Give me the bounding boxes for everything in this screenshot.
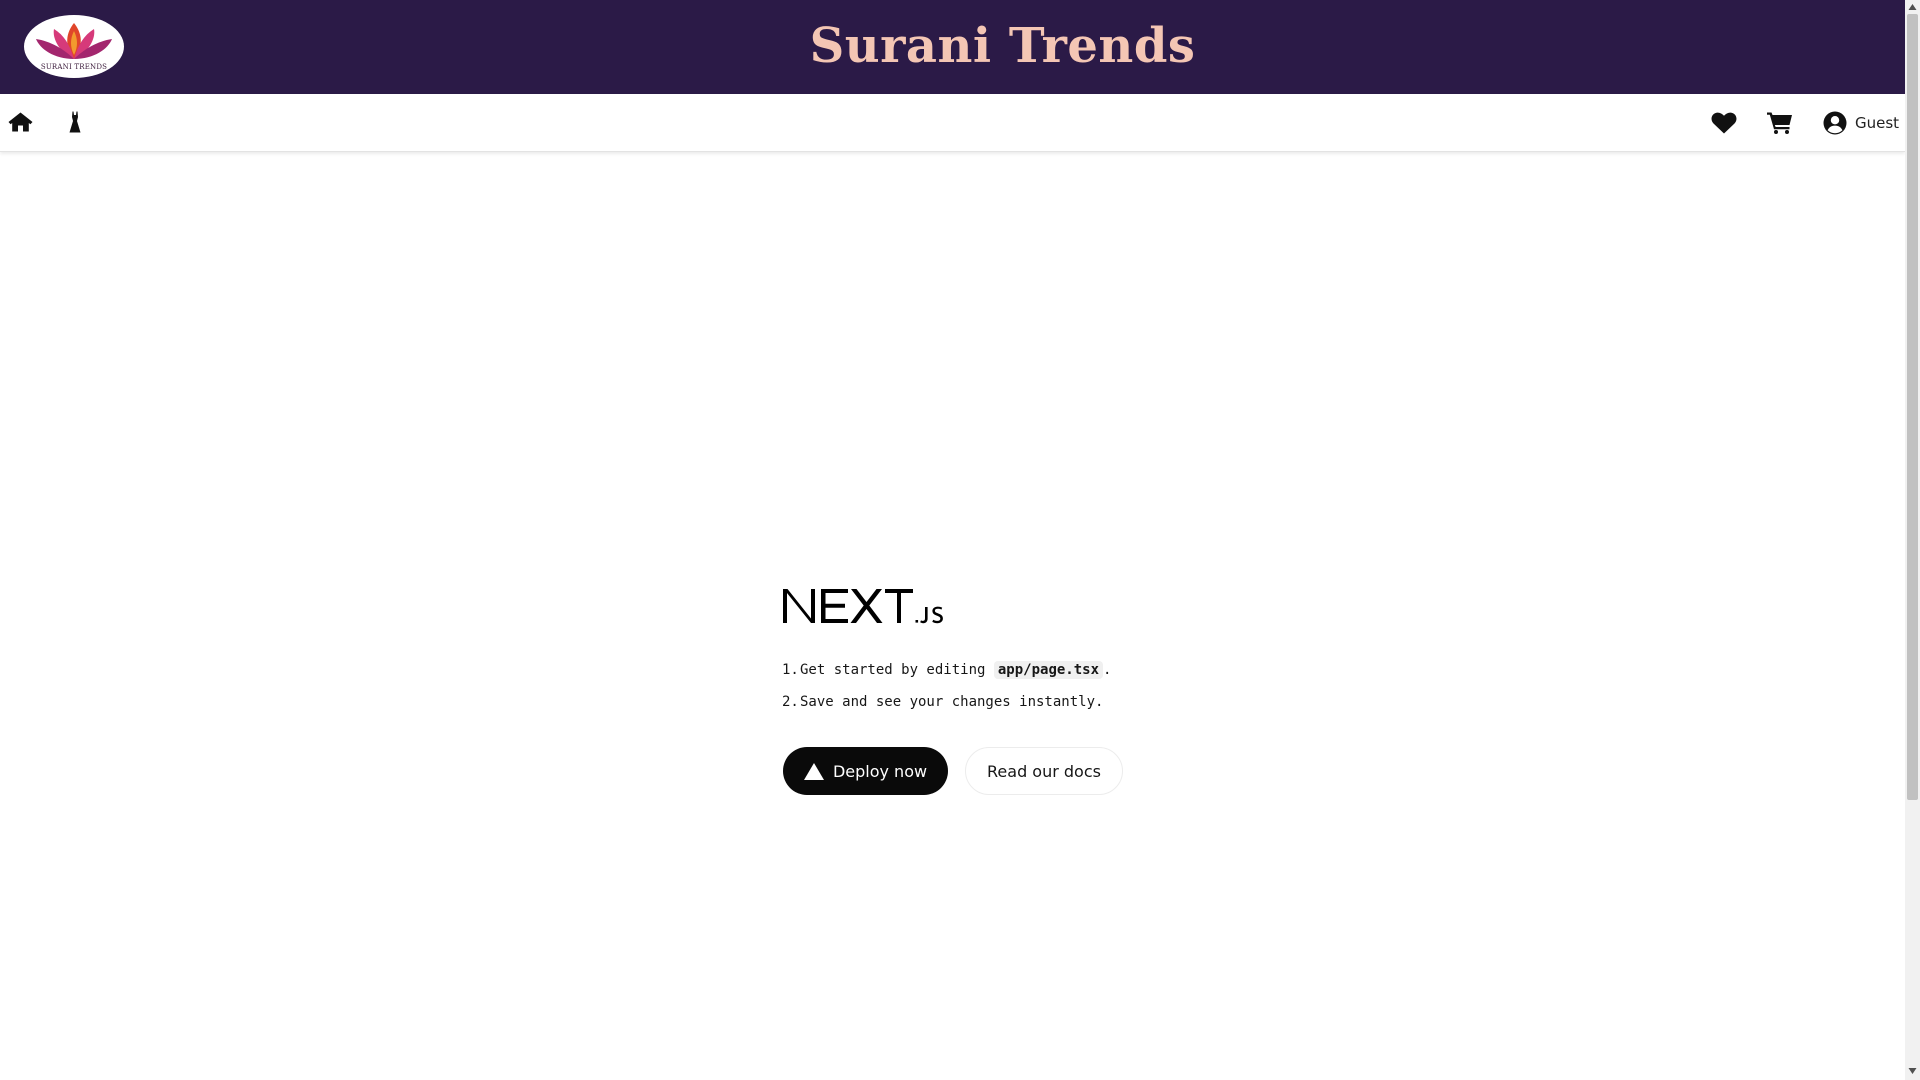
dress-icon[interactable] [68,111,82,133]
getting-started-steps: 1.Get started by editing app/page.tsx. 2… [782,660,1222,724]
scroll-down-arrow-icon[interactable] [1908,1067,1917,1075]
viewport: SURANI TRENDS Surani Trends Guest 1.Get … [0,0,1905,1080]
step-item: 2.Save and see your changes instantly. [782,692,1222,724]
read-docs-button[interactable]: Read our docs [965,747,1123,795]
brand-header: SURANI TRENDS Surani Trends [0,0,1905,94]
scroll-thumb[interactable] [1907,14,1918,800]
user-icon[interactable] [1823,111,1847,135]
nextjs-logo [783,589,943,624]
vercel-triangle-icon [803,762,824,780]
step-text: Save and see your changes instantly. [800,694,1104,710]
cart-icon[interactable] [1767,111,1793,134]
scroll-up-arrow-icon[interactable] [1908,3,1917,11]
user-label[interactable]: Guest [1855,114,1899,132]
deploy-now-button[interactable]: Deploy now [783,747,948,795]
step-number: 1. [782,662,799,678]
step-item: 1.Get started by editing app/page.tsx. [782,660,1222,692]
code-filename: app/page.tsx [993,661,1104,679]
top-nav: Guest [0,94,1905,152]
vertical-scrollbar[interactable] [1905,0,1920,1080]
read-docs-label: Read our docs [987,761,1101,781]
heart-icon[interactable] [1711,112,1737,134]
home-icon[interactable] [8,112,33,132]
deploy-now-label: Deploy now [832,761,928,781]
step-text: Get started by editing [800,662,986,678]
step-text-end: . [1103,662,1112,678]
cta-buttons: Deploy now Read our docs [783,747,1183,795]
step-number: 2. [782,694,799,710]
brand-title: Surani Trends [809,18,1196,74]
